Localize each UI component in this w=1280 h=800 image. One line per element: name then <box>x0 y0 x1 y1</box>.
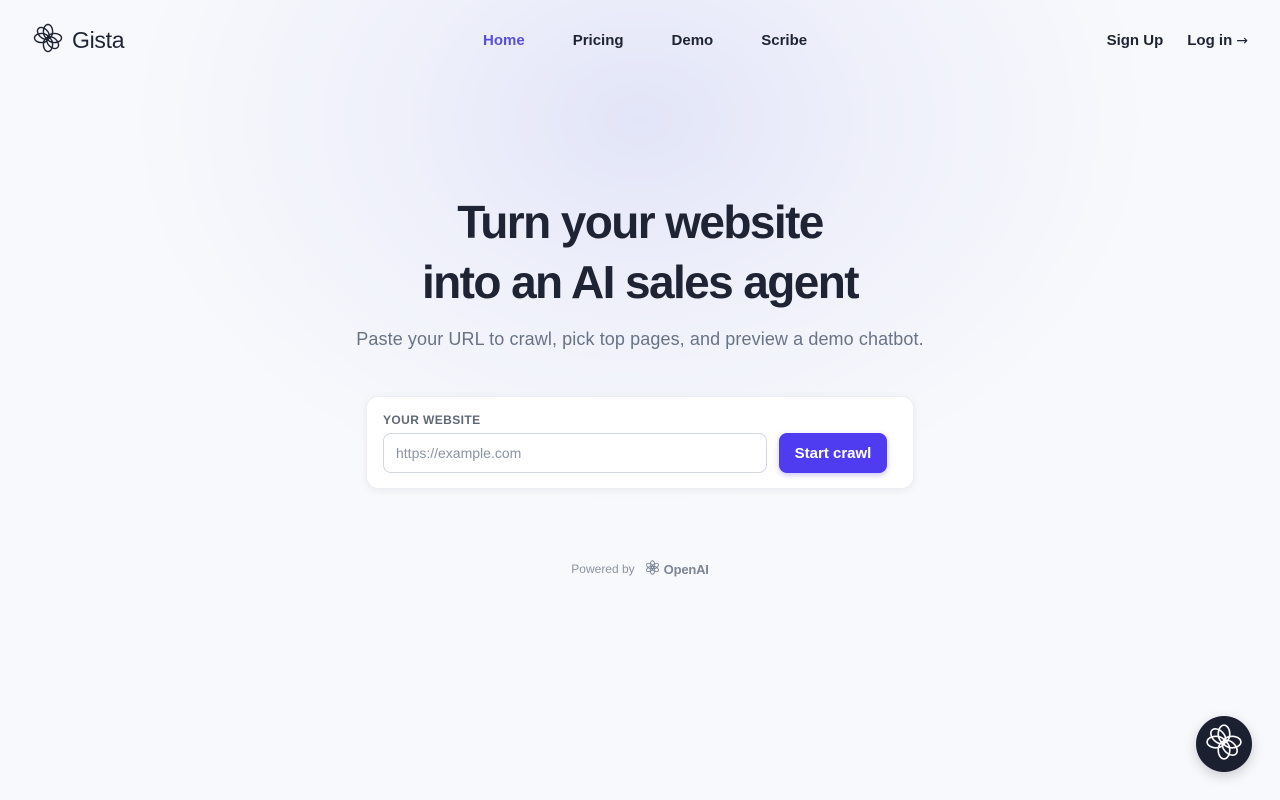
brand-logo[interactable]: Gista <box>32 22 125 59</box>
hero-title-line2: into an AI sales agent <box>422 256 860 308</box>
powered-by: Powered by OpenAI <box>0 559 1280 579</box>
crawl-form-card: YOUR WEBSITE Start crawl <box>366 396 914 489</box>
openai-icon <box>644 559 661 579</box>
nav-item-demo[interactable]: Demo <box>672 32 714 49</box>
chat-launcher-button[interactable] <box>1196 716 1252 772</box>
site-header: Gista Home Pricing Demo Scribe Sign Up L… <box>0 0 1280 80</box>
arrow-right-icon: → <box>1236 32 1248 49</box>
openai-name: OpenAI <box>663 561 709 577</box>
website-field-label: YOUR WEBSITE <box>383 413 481 427</box>
login-link[interactable]: Log in → <box>1187 32 1248 49</box>
hero-title: Turn your website into an AI sales agent <box>0 192 1280 312</box>
powered-by-text: Powered by <box>571 562 635 576</box>
hero-subtitle: Paste your URL to crawl, pick top pages,… <box>356 329 924 349</box>
nav-item-home[interactable]: Home <box>483 32 525 49</box>
main-nav: Home Pricing Demo Scribe <box>483 30 855 50</box>
hero-title-line1: Turn your website <box>457 196 824 248</box>
login-label: Log in <box>1187 31 1233 49</box>
start-crawl-button[interactable]: Start crawl <box>779 433 887 473</box>
auth-links: Sign Up Log in → <box>1107 30 1248 50</box>
website-url-input[interactable] <box>383 433 767 473</box>
brand-name: Gista <box>72 26 125 53</box>
nav-item-scribe[interactable]: Scribe <box>761 32 807 49</box>
flower-icon <box>32 22 64 59</box>
flower-icon <box>1204 722 1244 767</box>
signup-link[interactable]: Sign Up <box>1107 32 1164 49</box>
nav-item-pricing[interactable]: Pricing <box>573 32 624 49</box>
openai-logo: OpenAI <box>644 559 709 579</box>
